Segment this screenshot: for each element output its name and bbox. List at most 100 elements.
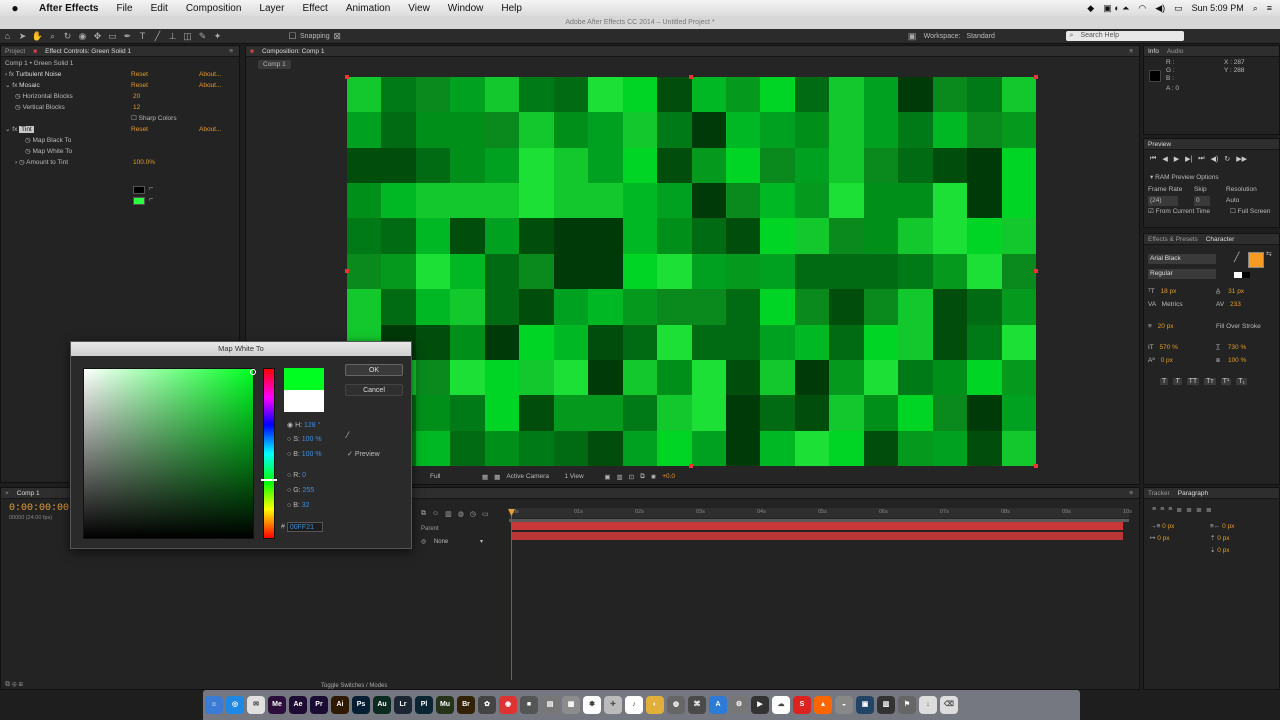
effect-turbulent-noise[interactable]: › fx Turbulent Noise xyxy=(5,70,61,80)
toggle-switches-modes[interactable]: Toggle Switches / Modes xyxy=(321,683,387,689)
comp-icon[interactable]: ⧉ xyxy=(5,681,10,688)
app-icon[interactable]: ♪ xyxy=(625,696,643,714)
premiere-icon[interactable]: Pr xyxy=(310,696,328,714)
expand-icon[interactable]: ⊞ xyxy=(18,681,22,688)
color-swatch-green[interactable] xyxy=(133,197,145,205)
tab-character[interactable]: Character xyxy=(1206,236,1235,243)
faux-italic-icon[interactable]: T xyxy=(1173,378,1182,385)
effect-mosaic[interactable]: ⌄ fx Mosaic xyxy=(5,81,40,91)
tab-info[interactable]: Info xyxy=(1148,48,1159,55)
hue-slider-thumb[interactable] xyxy=(261,479,277,481)
app-icon[interactable]: A xyxy=(709,696,727,714)
lock-icon[interactable]: ■ xyxy=(33,48,37,55)
app-icon[interactable]: ▤ xyxy=(541,696,559,714)
prelude-icon[interactable]: Pl xyxy=(415,696,433,714)
reset-link[interactable]: Reset xyxy=(131,125,148,135)
tab-preview[interactable]: Preview xyxy=(1148,141,1171,148)
finder-icon[interactable]: ☺ xyxy=(205,696,223,714)
radio-icon[interactable]: ○ xyxy=(287,487,291,494)
pan-behind-tool-icon[interactable]: ✥ xyxy=(90,30,105,43)
spotlight-icon[interactable]: ⌕ xyxy=(1253,3,1258,14)
stroke-width-value[interactable]: 20 px xyxy=(1158,323,1174,330)
preview-checkbox[interactable]: ✓ Preview xyxy=(347,450,380,458)
fill-color-swatch[interactable] xyxy=(1248,252,1264,268)
draft-3d-icon[interactable]: ⧉ xyxy=(421,510,426,518)
app-icon[interactable]: ▶ xyxy=(751,696,769,714)
tab-paragraph[interactable]: Paragraph xyxy=(1178,490,1208,497)
hex-input[interactable] xyxy=(286,522,323,532)
fx-icon[interactable]: fx xyxy=(12,82,17,89)
lightroom-icon[interactable]: Lr xyxy=(394,696,412,714)
menu-edit[interactable]: Edit xyxy=(142,3,177,14)
justify-left-icon[interactable]: ≣ xyxy=(1176,506,1182,514)
tab-audio[interactable]: Audio xyxy=(1167,48,1184,55)
layer-handle[interactable] xyxy=(689,464,693,468)
prev-frame-icon[interactable]: ◀ xyxy=(1162,155,1167,163)
frame-blend-icon[interactable]: ▥ xyxy=(445,510,452,518)
from-current-time-checkbox[interactable]: ☑ From Current Time xyxy=(1148,207,1210,217)
radio-icon[interactable]: ◉ xyxy=(287,422,293,429)
exposure-value[interactable]: +0.0 xyxy=(662,473,675,480)
frame-rate-select[interactable]: (24) xyxy=(1148,196,1178,206)
first-frame-icon[interactable]: ⏮ xyxy=(1150,155,1156,163)
mail-icon[interactable]: ✉ xyxy=(247,696,265,714)
baseline-value[interactable]: 0 px xyxy=(1161,357,1173,364)
justify-all-icon[interactable]: ≣ xyxy=(1206,506,1212,514)
menu-file[interactable]: File xyxy=(107,3,141,14)
zoom-tool-icon[interactable]: ⌕ xyxy=(45,30,60,43)
indent-first-value[interactable]: 0 px xyxy=(1157,535,1169,542)
prop-value[interactable]: 100.0% xyxy=(133,158,155,168)
expand-arrow-icon[interactable]: ⌄ xyxy=(5,82,10,89)
black-swatch[interactable] xyxy=(1242,272,1250,278)
audition-icon[interactable]: Au xyxy=(373,696,391,714)
rectangle-tool-icon[interactable]: ▭ xyxy=(105,30,120,43)
shy-icon[interactable]: ☺ xyxy=(432,510,439,518)
roto-tool-icon[interactable]: ✎ xyxy=(195,30,210,43)
eyedropper-icon[interactable]: ╱ xyxy=(1234,252,1239,263)
hand-tool-icon[interactable]: ✋ xyxy=(30,30,45,43)
stopwatch-icon[interactable]: ◷ xyxy=(19,159,25,166)
font-size-value[interactable]: 18 px xyxy=(1160,288,1176,295)
white-swatch[interactable] xyxy=(1234,272,1242,278)
resolve-icon[interactable]: ✿ xyxy=(478,696,496,714)
wifi-icon[interactable]: ◠ xyxy=(1138,3,1146,14)
search-help-input[interactable]: ⌕ Search Help xyxy=(1066,31,1185,41)
tracking-value[interactable]: 233 xyxy=(1230,301,1241,308)
app-icon[interactable]: ⚑ xyxy=(898,696,916,714)
bridge-icon[interactable]: Br xyxy=(457,696,475,714)
align-left-icon[interactable]: ≡ xyxy=(1152,506,1156,514)
app-icon[interactable]: ▣ xyxy=(856,696,874,714)
tab-composition[interactable]: Composition: Comp 1 xyxy=(262,48,325,55)
apple-icon[interactable]: ● xyxy=(0,1,30,15)
menu-composition[interactable]: Composition xyxy=(177,3,251,14)
app-icon[interactable]: ◐ xyxy=(646,696,664,714)
radio-icon[interactable]: ○ xyxy=(287,436,291,443)
puppet-tool-icon[interactable]: ✦ xyxy=(210,30,225,43)
tab-tracker[interactable]: Tracker xyxy=(1148,490,1170,497)
color-field-cursor[interactable] xyxy=(250,369,256,375)
battery-icon[interactable]: ▭ xyxy=(1174,3,1183,14)
ram-preview-options[interactable]: ▾ RAM Preview Options xyxy=(1150,173,1219,183)
layer-handle[interactable] xyxy=(1034,464,1038,468)
full-screen-checkbox[interactable]: ☐ Full Screen xyxy=(1230,207,1271,217)
blue-value[interactable]: 32 xyxy=(302,502,310,509)
downloads-icon[interactable]: ↓ xyxy=(919,696,937,714)
menu-window[interactable]: Window xyxy=(439,3,493,14)
composition-viewer-mosaic[interactable] xyxy=(347,77,1036,466)
stopwatch-icon[interactable]: ◷ xyxy=(25,137,31,144)
expand-arrow-icon[interactable]: › xyxy=(15,159,17,166)
workspace-select[interactable]: Standard xyxy=(966,33,1052,40)
space-before-value[interactable]: 0 px xyxy=(1217,535,1229,542)
vlc-icon[interactable]: ▲ xyxy=(814,696,832,714)
ram-preview-icon[interactable]: ▶▶ xyxy=(1236,155,1247,163)
layer-handle[interactable] xyxy=(1034,269,1038,273)
layer-handle[interactable] xyxy=(345,269,349,273)
views-select[interactable]: 1 View xyxy=(564,473,598,480)
tab-effects-presets[interactable]: Effects & Presets xyxy=(1148,236,1198,243)
last-frame-icon[interactable]: ⏭ xyxy=(1198,155,1204,163)
app-icon[interactable]: ▥ xyxy=(877,696,895,714)
hue-slider[interactable] xyxy=(261,368,277,539)
snapping-checkbox[interactable]: ☐ xyxy=(285,30,300,43)
tab-timeline-comp[interactable]: Comp 1 xyxy=(17,490,40,497)
comp-breadcrumb[interactable]: Comp 1 xyxy=(258,60,291,69)
